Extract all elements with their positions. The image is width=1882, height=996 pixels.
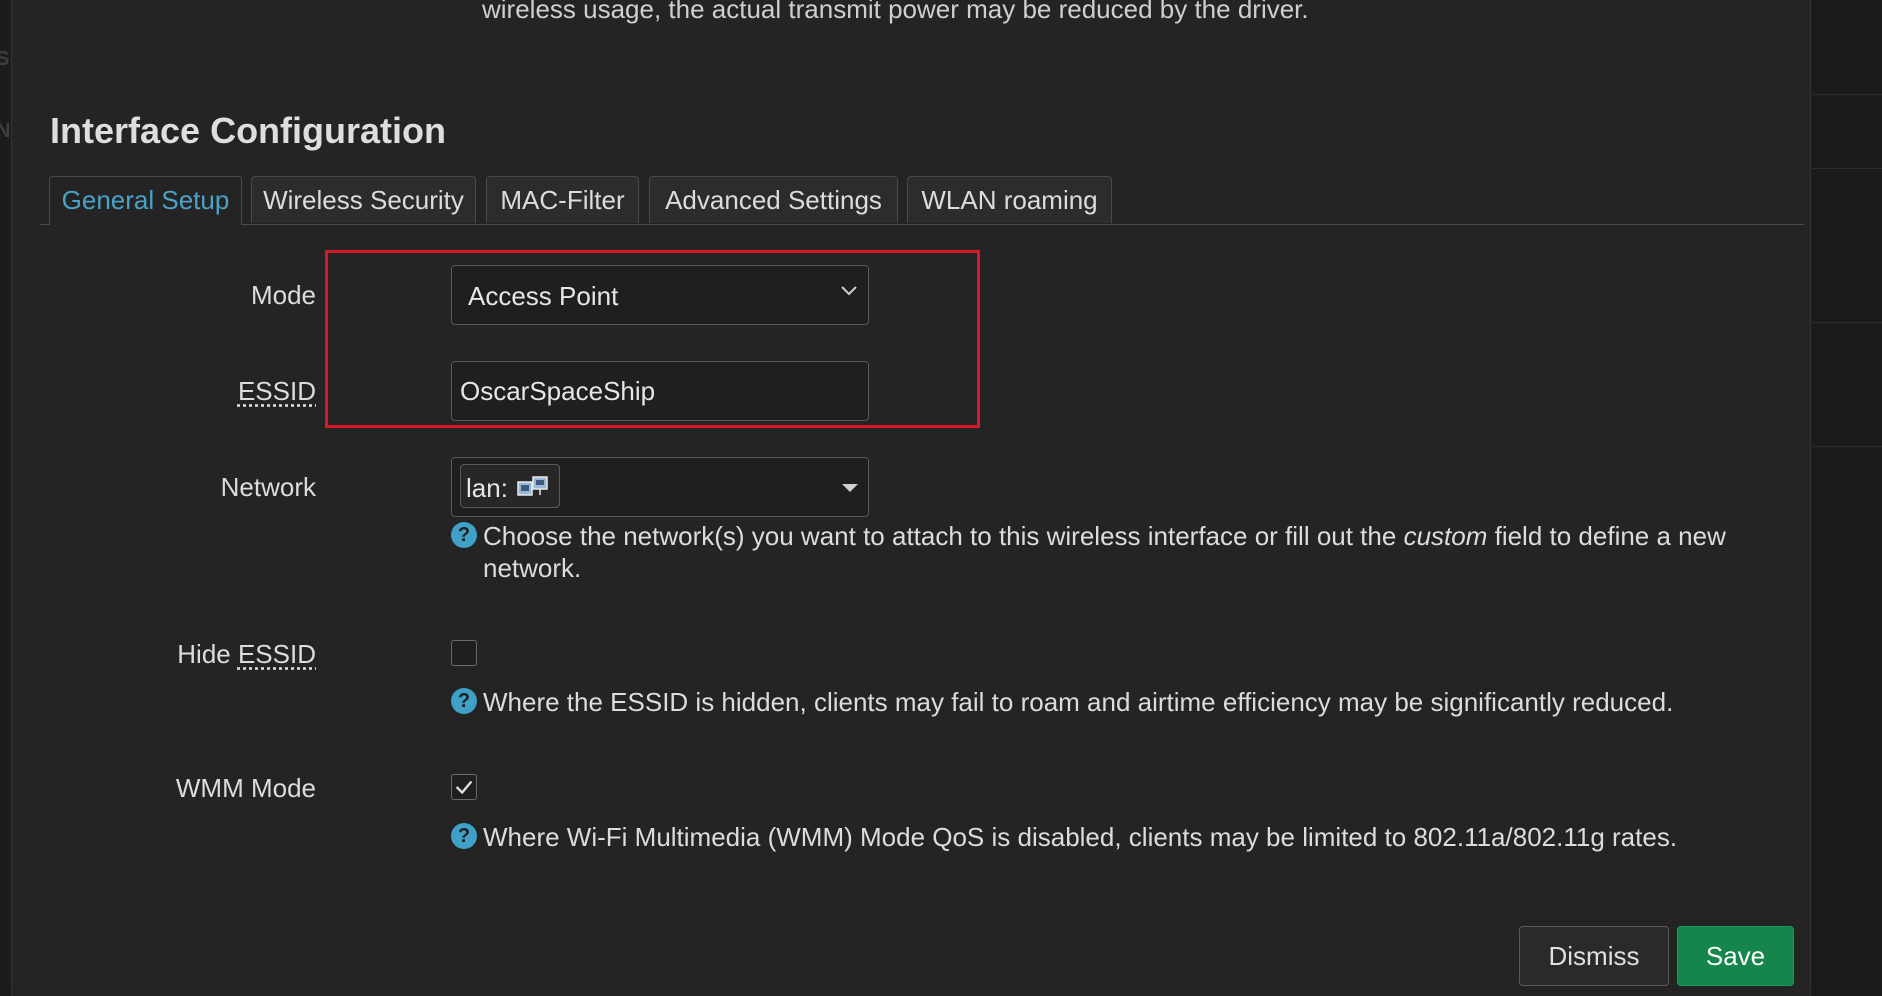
wmm-mode-help-text: Where Wi-Fi Multimedia (WMM) Mode QoS is… [483, 822, 1678, 852]
wmm-mode-label: WMM Mode [175, 773, 316, 803]
txpower-help-text: wireless usage, the actual transmit powe… [482, 0, 1309, 24]
help-icon: ? [451, 688, 477, 714]
wmm-mode-help: ? Where Wi-Fi Multimedia (WMM) Mode QoS … [451, 821, 1771, 853]
background-edge-letter: S [0, 48, 10, 70]
tab-general-setup[interactable]: General Setup [49, 176, 242, 225]
wmm-mode-checkbox[interactable] [451, 774, 477, 800]
network-label: Network [220, 472, 316, 502]
tab-wireless-security[interactable]: Wireless Security [251, 176, 476, 223]
tab-advanced-settings[interactable]: Advanced Settings [649, 176, 898, 223]
network-chip-lan[interactable]: lan: [460, 464, 560, 508]
interface-configuration-modal: wireless usage, the actual transmit powe… [11, 0, 1811, 996]
highlight-box [325, 250, 980, 428]
hide-essid-label-abbr: ESSID [237, 639, 316, 669]
network-chip-label: lan: [466, 473, 508, 503]
network-help-text: Choose the network(s) you want to attach… [451, 520, 1771, 584]
save-button[interactable]: Save [1677, 926, 1794, 986]
tab-mac-filter[interactable]: MAC-Filter [486, 176, 639, 223]
mode-label: Mode [250, 280, 316, 310]
essid-label: ESSID [237, 376, 316, 406]
background-divider [1812, 94, 1882, 95]
dismiss-button[interactable]: Dismiss [1519, 926, 1669, 986]
background-left-strip: S N [0, 0, 11, 984]
network-help: ? Choose the network(s) you want to atta… [451, 520, 1771, 584]
help-icon: ? [451, 522, 477, 548]
hide-essid-checkbox[interactable] [451, 640, 477, 666]
network-interface-icon [517, 476, 548, 496]
network-help-text-custom: custom [1403, 521, 1488, 551]
section-title: Interface Configuration [50, 110, 447, 151]
hide-essid-label-prefix: Hide [177, 639, 238, 669]
hide-essid-label: Hide ESSID [177, 639, 316, 670]
hide-essid-help-text: Where the ESSID is hidden, clients may f… [483, 687, 1674, 717]
hide-essid-help: ? Where the ESSID is hidden, clients may… [451, 686, 1771, 718]
tab-bar: General Setup Wireless Security MAC-Filt… [40, 176, 1804, 225]
background-divider [1812, 322, 1882, 323]
background-edge-letter: N [0, 120, 11, 142]
tab-wlan-roaming[interactable]: WLAN roaming [907, 176, 1112, 223]
dropdown-caret-icon [842, 484, 858, 492]
background-right-panel [1812, 0, 1882, 984]
checkmark-icon [455, 780, 473, 795]
background-divider [1812, 446, 1882, 447]
help-icon: ? [451, 823, 477, 849]
background-divider [1812, 168, 1882, 169]
network-select[interactable]: lan: [451, 457, 869, 517]
network-help-text-part: Choose the network(s) you want to attach… [483, 521, 1404, 551]
